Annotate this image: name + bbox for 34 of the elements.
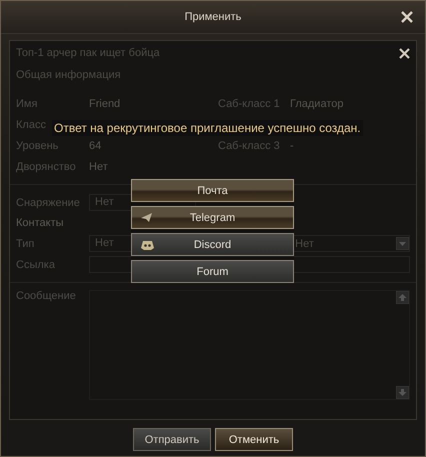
scroll-down-icon[interactable]: [396, 386, 409, 399]
send-button[interactable]: Отправить: [133, 428, 211, 451]
field-label: Имя: [16, 98, 38, 110]
field-value: Нет: [89, 160, 108, 172]
gamepad-face-icon: [141, 240, 154, 250]
notice-text: Ответ на рекрутинговое приглашение успешно создан.: [54, 121, 361, 135]
share-button[interactable]: Почта: [131, 179, 294, 202]
field-label: Сообщение: [16, 290, 77, 304]
share-button[interactable]: Forum: [131, 260, 294, 283]
message-field[interactable]: [89, 290, 410, 400]
scroll-up-icon[interactable]: [396, 291, 409, 304]
close-icon[interactable]: [401, 11, 413, 23]
share-button[interactable]: Discord: [131, 233, 294, 256]
field-value: -: [290, 140, 294, 152]
field-label: Уровень: [16, 140, 58, 152]
field-value: Friend: [89, 98, 120, 110]
paper-plane-icon: [141, 213, 152, 222]
share-button[interactable]: Telegram: [131, 206, 294, 229]
field-value: 64: [89, 140, 102, 152]
section-heading: Общая информация: [16, 69, 122, 83]
field-label: Саб-класс 3: [218, 140, 280, 152]
close-icon[interactable]: [399, 48, 410, 58]
section-heading: Контакты: [16, 216, 64, 231]
field-label: Саб-класс 1: [218, 98, 280, 110]
dropdown-arrow-icon[interactable]: [396, 237, 409, 250]
cancel-button[interactable]: Отменить: [215, 428, 293, 451]
field-value: Гладиатор: [290, 98, 344, 110]
field-label: Ссылка: [16, 258, 56, 270]
field-label: Класс: [16, 118, 46, 130]
field-label: Дворянство: [16, 160, 76, 172]
panel-title: Топ-1 арчер пак ищет бойца: [16, 47, 160, 59]
field-label: Снаряжение: [16, 196, 81, 208]
field-label: Тип: [16, 238, 36, 250]
window-title: Применить: [184, 11, 242, 23]
